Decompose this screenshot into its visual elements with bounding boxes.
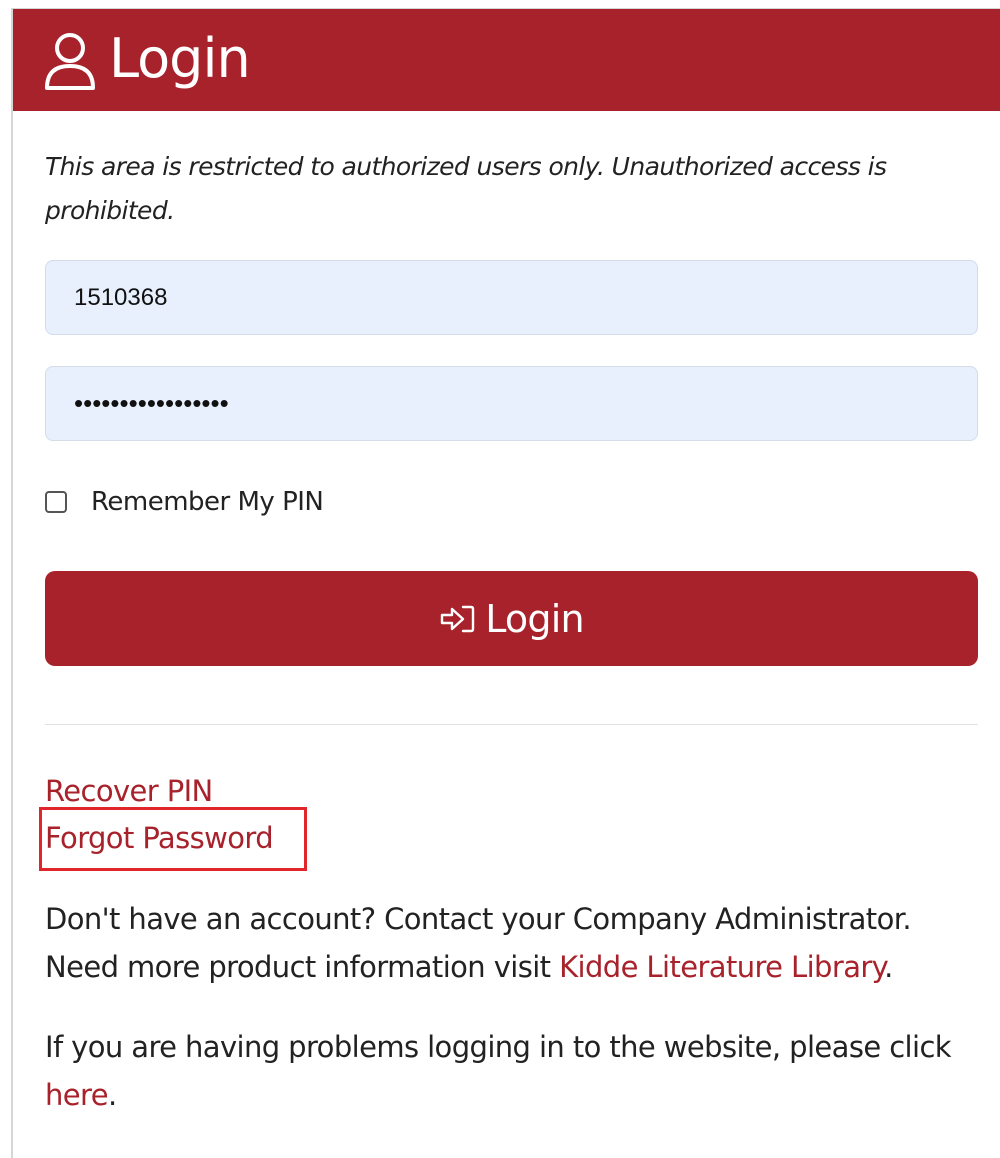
help-here-link[interactable]: here	[45, 1078, 109, 1112]
page-title: Login	[109, 27, 251, 90]
help-suffix: .	[107, 1078, 117, 1112]
remember-pin-label[interactable]: Remember My PIN	[91, 487, 324, 517]
recover-pin-link[interactable]: Recover PIN	[45, 771, 213, 811]
account-info: Don't have an account? Contact your Comp…	[45, 895, 985, 991]
divider	[45, 724, 978, 725]
kidde-literature-library-link[interactable]: Kidde Literature Library	[559, 950, 885, 984]
no-account-text: Don't have an account? Contact your Comp…	[45, 902, 912, 936]
login-button[interactable]: Login	[45, 571, 978, 666]
login-panel: Login This area is restricted to authori…	[11, 8, 1000, 1158]
user-icon	[45, 33, 95, 90]
help-text: If you are having problems logging in to…	[45, 1030, 952, 1064]
login-button-label: Login	[485, 596, 584, 641]
remember-pin-row[interactable]: Remember My PIN	[45, 487, 324, 517]
remember-pin-checkbox[interactable]	[45, 491, 67, 513]
sign-in-icon	[441, 605, 475, 632]
password-input[interactable]: •••••••••••••••••	[45, 366, 978, 441]
forgot-password-link[interactable]: Forgot Password	[45, 818, 274, 858]
login-header: Login	[13, 9, 1000, 111]
username-input[interactable]: 1510368	[45, 260, 978, 335]
product-info-text: Need more product information visit	[45, 950, 560, 984]
restricted-notice: This area is restricted to authorized us…	[45, 152, 887, 225]
product-info-suffix: .	[884, 950, 893, 984]
help-info: If you are having problems logging in to…	[45, 1023, 985, 1119]
